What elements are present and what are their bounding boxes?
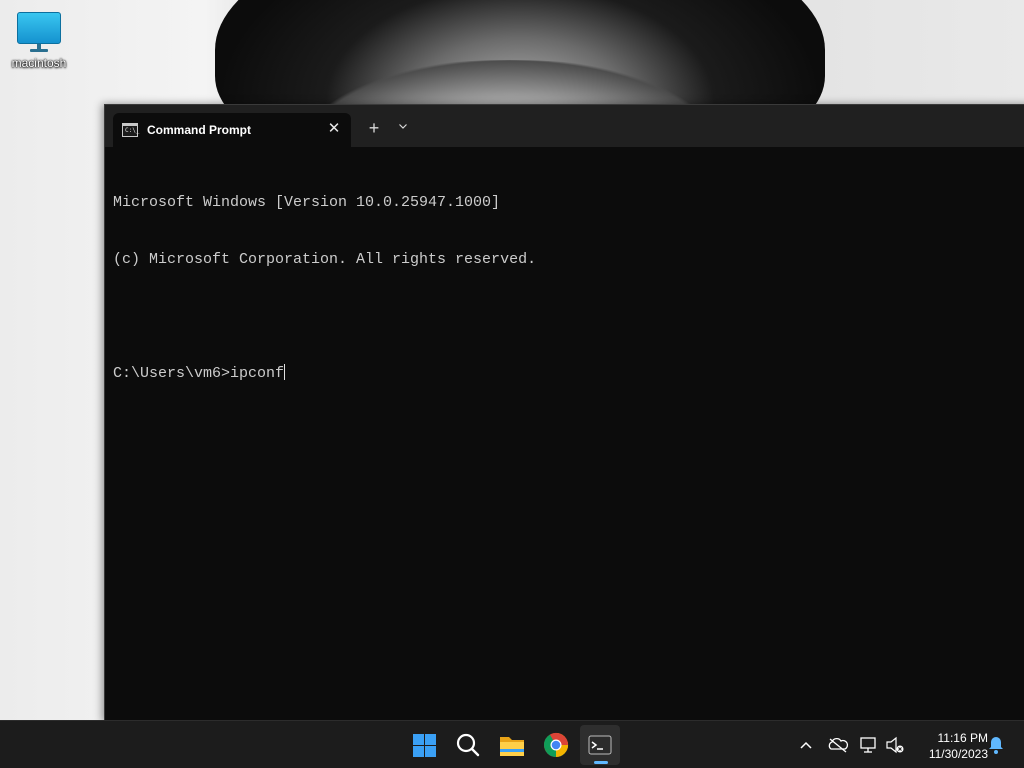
new-tab-button[interactable]: + xyxy=(363,119,385,139)
folder-icon[interactable] xyxy=(492,725,532,765)
chevron-down-icon[interactable] xyxy=(393,119,413,139)
cmd-icon: C:\_ xyxy=(122,123,139,137)
console-line: Microsoft Windows [Version 10.0.25947.10… xyxy=(113,194,501,211)
tab-command-prompt[interactable]: C:\_ Command Prompt ✕ xyxy=(113,113,351,147)
desktop-icon-macintosh[interactable]: macintosh xyxy=(6,10,72,70)
title-bar[interactable]: C:\_ Command Prompt ✕ + — xyxy=(105,105,1024,147)
clock-time: 11:16 PM xyxy=(937,731,988,745)
volume-muted-icon[interactable] xyxy=(884,721,906,768)
chevron-up-icon[interactable] xyxy=(796,721,816,768)
clock-date: 11/30/2023 xyxy=(928,747,988,761)
taskbar: 11:16 PM 11/30/2023 xyxy=(0,720,1024,768)
terminal-icon[interactable] xyxy=(580,725,620,765)
notification-bell-icon[interactable] xyxy=(987,735,1005,755)
windows-start-icon[interactable] xyxy=(404,725,444,765)
console-input[interactable]: C:\Users\vm6>ipconf xyxy=(113,365,284,382)
console-prompt-line[interactable]: C:\Users\vm6>ipconf xyxy=(113,364,1024,383)
console-line: (c) Microsoft Corporation. All rights re… xyxy=(113,251,537,268)
tab-title: Command Prompt xyxy=(147,123,252,137)
search-icon[interactable] xyxy=(448,725,488,765)
console-output[interactable]: Microsoft Windows [Version 10.0.25947.10… xyxy=(113,155,1024,721)
system-clock[interactable]: 11:16 PM 11/30/2023 xyxy=(912,730,988,762)
terminal-window[interactable]: C:\_ Command Prompt ✕ + — Microsoft Wind… xyxy=(104,104,1024,722)
active-app-indicator xyxy=(594,761,608,764)
text-cursor xyxy=(284,364,286,380)
monitor-icon xyxy=(17,12,61,44)
desktop-icon-label: macintosh xyxy=(11,56,67,70)
close-tab-icon[interactable]: ✕ xyxy=(325,120,343,138)
network-icon[interactable] xyxy=(858,721,880,768)
chrome-icon[interactable] xyxy=(536,725,576,765)
onedrive-offline-icon[interactable] xyxy=(826,721,850,768)
